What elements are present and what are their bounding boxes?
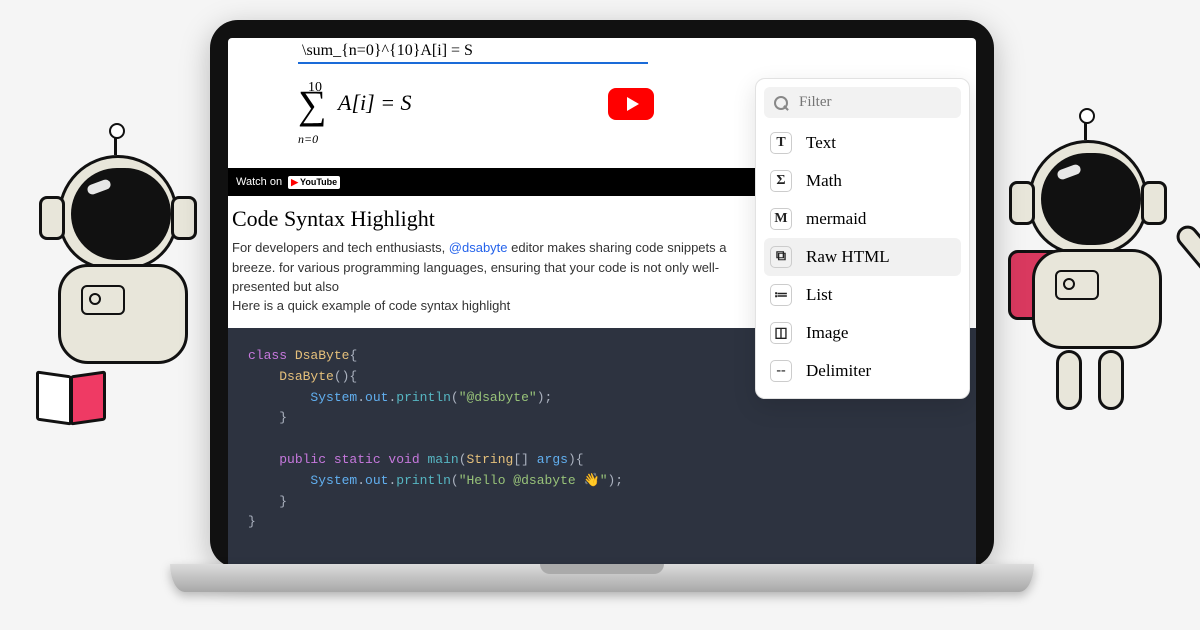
math-latex-input[interactable]: \sum_{n=0}^{10}A[i] = S [298, 40, 648, 64]
delimiter-icon: -- [770, 360, 792, 382]
text-icon: T [770, 132, 792, 154]
mermaid-icon: M [770, 208, 792, 230]
mascot-astronaut-waving [1000, 140, 1180, 420]
block-menu-item-mermaid[interactable]: Mmermaid [764, 200, 961, 238]
list-icon: ≔ [770, 284, 792, 306]
block-filter-input[interactable] [799, 94, 951, 111]
block-menu-item-label: Raw HTML [806, 247, 890, 267]
laptop-base [170, 564, 1034, 592]
block-menu-item-label: List [806, 285, 832, 305]
block-menu-item-list[interactable]: ≔ List [764, 276, 961, 314]
mascot-astronaut-reading [18, 155, 218, 415]
math-render-output: 10 ∑ n=0 A[i] = S [298, 88, 412, 122]
section-heading: Code Syntax Highlight [228, 206, 435, 232]
math-icon: Σ [770, 170, 792, 192]
intro-paragraph: For developers and tech enthusiasts, @ds… [232, 238, 772, 297]
laptop-frame: \sum_{n=0}^{10}A[i] = S 10 ∑ n=0 A[i] = … [210, 20, 994, 568]
youtube-play-button[interactable] [608, 88, 654, 120]
dsabyte-mention-link[interactable]: @dsabyte [449, 240, 508, 255]
block-menu-item-delimiter[interactable]: -- Delimiter [764, 352, 961, 390]
example-intro-paragraph: Here is a quick example of code syntax h… [232, 296, 772, 316]
youtube-watch-bar[interactable]: Watch on YouTube [228, 168, 776, 196]
block-menu-item-text[interactable]: T Text [764, 124, 961, 162]
youtube-logo-icon: YouTube [288, 176, 340, 189]
block-menu-item-label: Text [806, 133, 836, 153]
block-menu-item-label: Image [806, 323, 848, 343]
block-menu-item-math[interactable]: Σ Math [764, 162, 961, 200]
raw-html-icon: ⧉ [770, 246, 792, 268]
editor-screen: \sum_{n=0}^{10}A[i] = S 10 ∑ n=0 A[i] = … [228, 38, 976, 568]
block-menu-item-image[interactable]: ◫ Image [764, 314, 961, 352]
block-menu-item-label: Math [806, 171, 842, 191]
block-type-menu: T Text Σ Math Mmermaid ⧉ Raw HTML ≔ List ◫ Image --… [755, 78, 970, 399]
book-icon [36, 373, 110, 427]
search-icon [774, 96, 789, 109]
block-filter-search[interactable] [764, 87, 961, 118]
image-icon: ◫ [770, 322, 792, 344]
block-menu-item-label: Delimiter [806, 361, 871, 381]
block-menu-item-label: mermaid [806, 209, 866, 229]
block-menu-item-raw-html[interactable]: ⧉ Raw HTML [764, 238, 961, 276]
